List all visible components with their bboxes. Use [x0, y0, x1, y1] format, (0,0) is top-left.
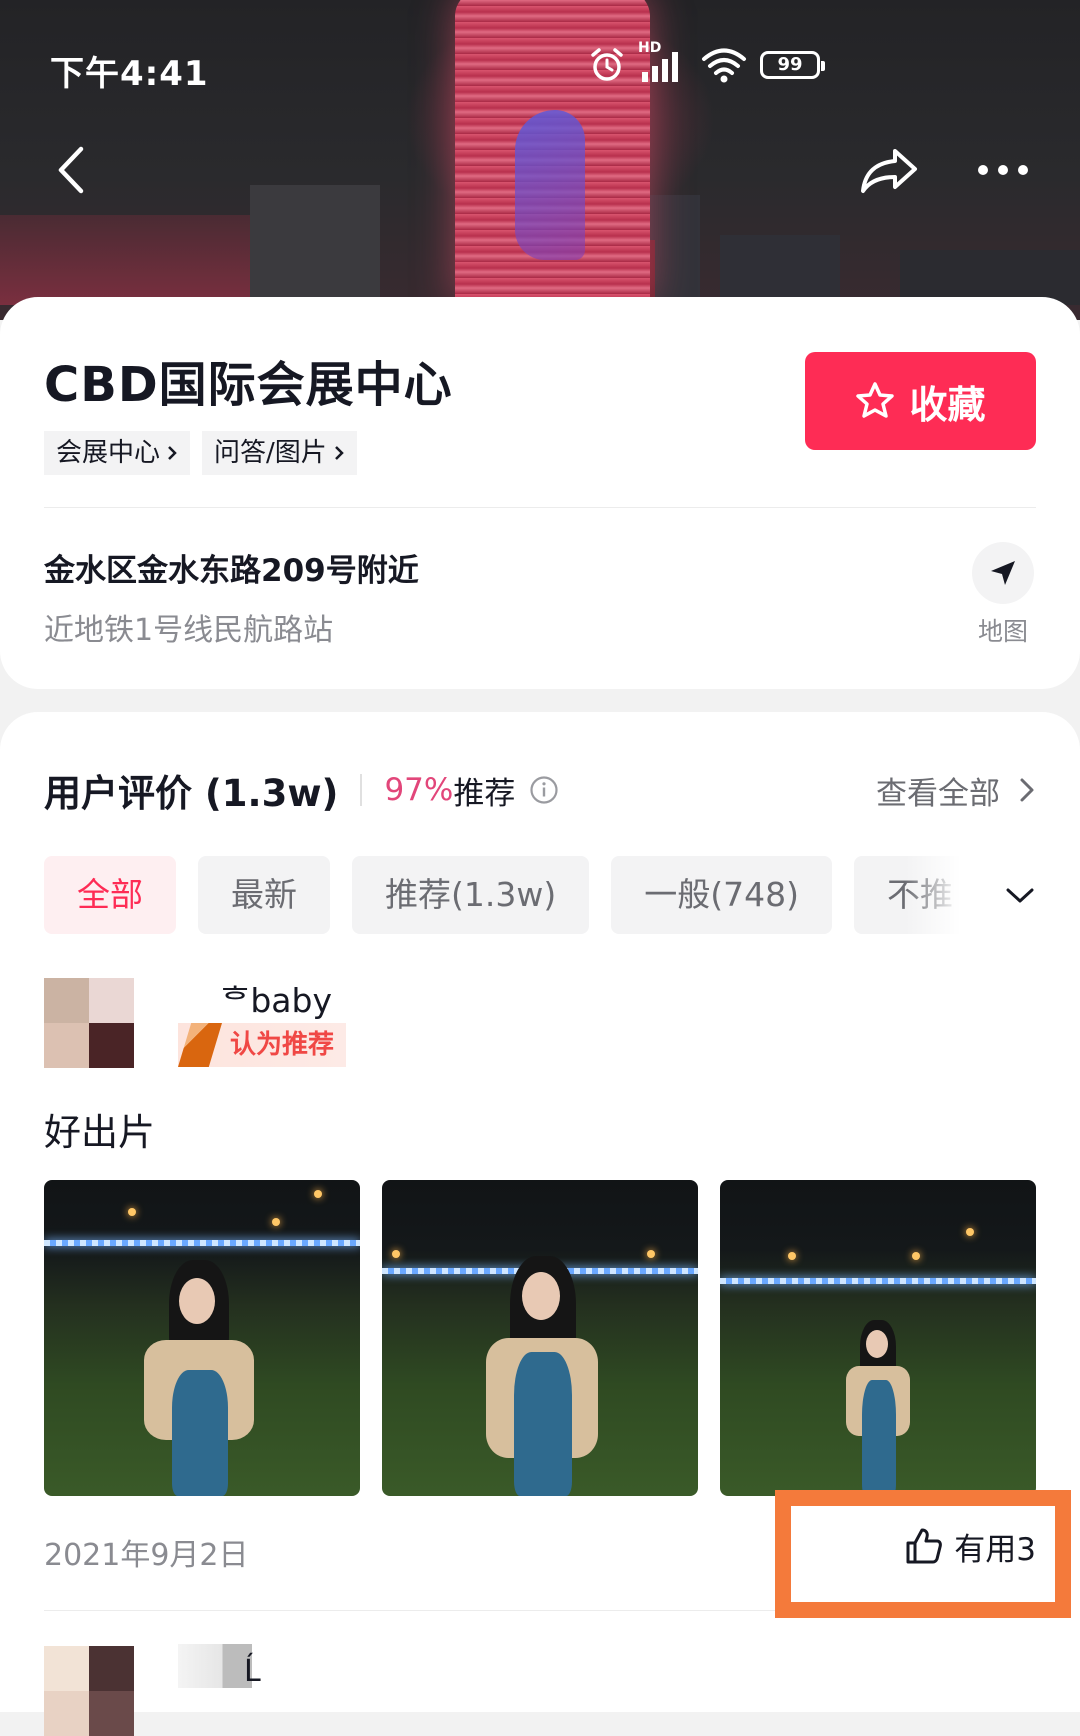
filter-fade	[905, 856, 975, 934]
street-light	[128, 1208, 136, 1216]
tag-label: 会展中心	[56, 438, 161, 468]
review-photo[interactable]	[382, 1180, 698, 1496]
avatar[interactable]	[44, 1646, 134, 1736]
street-light	[314, 1190, 322, 1198]
expand-filters-button[interactable]	[995, 872, 1045, 920]
street-light	[647, 1250, 655, 1258]
recommend-badge: 认为推荐	[178, 1023, 347, 1067]
place-subway: 近地铁1号线民航路站	[44, 613, 334, 648]
review-photos	[44, 1180, 1036, 1496]
street-light	[392, 1250, 400, 1258]
divider	[44, 1610, 1036, 1611]
chevron-right-icon	[334, 446, 344, 460]
street-light	[912, 1252, 920, 1260]
tag-qa-photos[interactable]: 问答/图片	[202, 431, 357, 475]
place-address: 金水区金水东路209号附近	[44, 553, 419, 589]
status-time: 下午4:41	[50, 54, 209, 94]
see-all-label: 查看全部	[876, 775, 1000, 812]
more-dots-icon	[978, 165, 1028, 175]
more-button[interactable]	[968, 135, 1038, 205]
reviews-card: 用户评价 (1.3w) 97% 推荐 查看全部 全部 最新 推荐(1.3w) 一…	[0, 712, 1080, 1712]
username-placeholder	[178, 1644, 252, 1688]
reviews-title: 用户评价 (1.3w)	[44, 772, 339, 815]
review-photo[interactable]	[720, 1180, 1036, 1496]
filter-latest[interactable]: 最新	[198, 856, 330, 934]
battery-icon: 99	[760, 51, 825, 79]
place-title: CBD国际会展中心	[44, 357, 453, 413]
chevron-right-icon	[168, 446, 177, 460]
review-filter-tabs: 全部 最新 推荐(1.3w) 一般(748) 不推	[44, 856, 964, 934]
place-info-card: CBD国际会展中心 会展中心 问答/图片 收藏 金水区金水东路209号附近 近地…	[0, 297, 1080, 689]
recommend-percentage: 97%	[384, 772, 454, 808]
share-arrow-icon	[861, 149, 917, 193]
tag-label: 问答/图片	[214, 438, 327, 468]
useful-button[interactable]: 有用3	[904, 1518, 1036, 1574]
top-navigation	[0, 135, 1080, 205]
street-light	[272, 1218, 280, 1226]
person-figure	[124, 1260, 264, 1496]
chevron-down-icon	[1006, 888, 1034, 903]
bridge-lights	[720, 1278, 1036, 1284]
wifi-icon	[702, 48, 746, 83]
review-date: 2021年9月2日	[44, 1538, 249, 1573]
person-figure	[472, 1256, 612, 1496]
person-figure	[838, 1320, 918, 1496]
recommend-label: 推荐	[453, 775, 516, 812]
avatar[interactable]	[44, 978, 134, 1068]
signal-icon: HD	[638, 40, 688, 84]
hero-image: 下午4:41 HD 99	[0, 0, 1080, 320]
divider	[360, 774, 363, 806]
see-all-reviews-link[interactable]: 查看全部	[876, 760, 1036, 820]
reviews-header: 用户评价 (1.3w) 97% 推荐	[44, 760, 559, 820]
filter-all[interactable]: 全部	[44, 856, 176, 934]
filter-recommend[interactable]: 推荐(1.3w)	[352, 856, 590, 934]
status-bar: 下午4:41 HD 99	[0, 40, 1080, 94]
useful-label: 有用3	[954, 1531, 1036, 1568]
status-icons: HD 99	[588, 40, 825, 84]
chevron-left-icon	[58, 146, 84, 194]
street-light	[966, 1228, 974, 1236]
review-photo[interactable]	[44, 1180, 360, 1496]
bridge-lights	[44, 1240, 360, 1246]
review-text: 好出片	[44, 1111, 155, 1154]
divider	[44, 507, 1036, 508]
thumbs-up-icon	[906, 1528, 943, 1564]
map-icon-wrap	[972, 542, 1034, 604]
star-outline-icon	[856, 382, 895, 418]
info-circle-icon[interactable]	[529, 775, 559, 805]
filter-average[interactable]: 一般(748)	[611, 856, 832, 934]
navigation-arrow-icon	[991, 561, 1015, 585]
back-button[interactable]	[38, 135, 108, 205]
tag-category[interactable]: 会展中心	[44, 431, 191, 475]
chevron-right-icon	[1020, 778, 1034, 802]
place-tags: 会展中心 问答/图片	[44, 431, 357, 475]
alarm-icon	[591, 48, 623, 81]
map-button[interactable]: 地图	[968, 542, 1038, 648]
favorite-label: 收藏	[909, 382, 986, 427]
review-username[interactable]: Ĺ	[244, 1654, 261, 1689]
building-silhouette	[720, 235, 840, 305]
review-username[interactable]: ᄒbaby	[220, 974, 332, 1022]
share-button[interactable]	[855, 135, 925, 205]
street-light	[788, 1252, 796, 1260]
favorite-button[interactable]: 收藏	[805, 352, 1036, 450]
map-label: 地图	[977, 617, 1028, 646]
